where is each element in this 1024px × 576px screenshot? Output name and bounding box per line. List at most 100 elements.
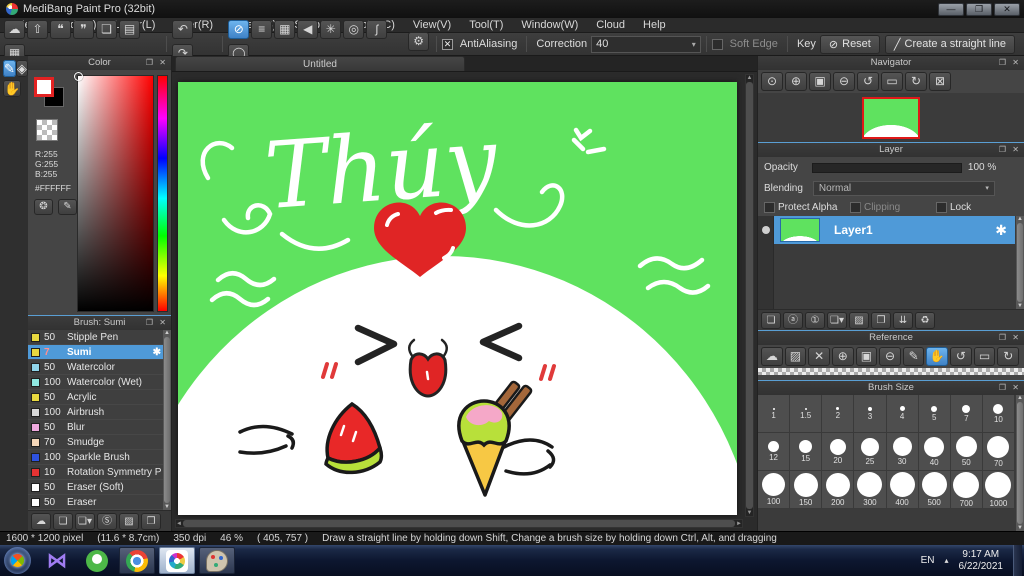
reset-button[interactable]: ⊘ Reset bbox=[819, 34, 880, 54]
brush-size-2[interactable]: 2 bbox=[822, 395, 855, 433]
layer-folder-icon[interactable]: ▨ bbox=[849, 311, 869, 329]
folder-open-icon[interactable]: ▨ bbox=[784, 347, 807, 366]
brush-size-7[interactable]: 7 bbox=[950, 395, 983, 433]
brush-size-400[interactable]: 400 bbox=[886, 471, 919, 509]
taskbar-kmplayer-icon[interactable]: ⋈ bbox=[39, 547, 75, 574]
rotate-right-icon[interactable]: ↻ bbox=[905, 72, 927, 91]
brush-tool[interactable]: ✎ bbox=[3, 60, 16, 77]
close-icon[interactable]: ✕ bbox=[1012, 383, 1021, 392]
popout-icon[interactable]: ❐ bbox=[146, 318, 155, 327]
transparent-color-swatch[interactable] bbox=[36, 119, 58, 141]
close-icon[interactable]: ✕ bbox=[1012, 333, 1021, 342]
brush-size-70[interactable]: 70 bbox=[982, 433, 1015, 471]
zoom-out-icon[interactable]: ⊖ bbox=[879, 347, 901, 366]
restore-button[interactable]: ❐ bbox=[966, 2, 992, 16]
saturation-value-picker[interactable] bbox=[74, 72, 154, 312]
palette-icon[interactable]: ❂ bbox=[34, 199, 53, 215]
scroll-down-icon[interactable]: ▼ bbox=[1017, 525, 1023, 531]
snap-radial-icon[interactable]: ✳ bbox=[320, 20, 342, 39]
reset-rotation-icon[interactable]: ▭ bbox=[973, 347, 996, 366]
brush-size-50[interactable]: 50 bbox=[950, 433, 983, 471]
brush-size-3[interactable]: 3 bbox=[854, 395, 887, 433]
snap-off-icon[interactable]: ⊘ bbox=[228, 20, 250, 39]
soft-edge-checkbox[interactable] bbox=[711, 38, 723, 50]
brush-size-30[interactable]: 30 bbox=[886, 433, 919, 471]
foreground-color-swatch[interactable] bbox=[34, 77, 54, 97]
taskbar-chrome-icon[interactable] bbox=[119, 547, 155, 574]
new-layer-icon[interactable]: ❏ bbox=[761, 311, 781, 329]
create-straight-line-button[interactable]: ╱ Create a straight line bbox=[884, 34, 1015, 54]
brush-size-20[interactable]: 20 bbox=[822, 433, 855, 471]
rotate-left-icon[interactable]: ↺ bbox=[857, 72, 879, 91]
brush-size-scrollbar[interactable]: ▲ ▼ bbox=[1016, 395, 1024, 531]
zoom-100-icon[interactable]: ⊙ bbox=[761, 72, 783, 91]
brush-size-150[interactable]: 150 bbox=[790, 471, 823, 509]
brush-item-eraser[interactable]: 50 Eraser bbox=[28, 495, 163, 510]
tray-expand-icon[interactable]: ▴ bbox=[944, 556, 948, 565]
snap-vanishing-icon[interactable]: ◀ bbox=[297, 20, 319, 39]
menu-cloud[interactable]: Cloud bbox=[587, 18, 634, 33]
duplicate-brush-icon[interactable]: ❐ bbox=[141, 512, 161, 530]
brush-settings-icon[interactable]: ✱ bbox=[153, 347, 161, 358]
show-desktop-button[interactable] bbox=[1013, 545, 1022, 576]
hand-tool[interactable]: ✋ bbox=[3, 80, 22, 97]
close-icon[interactable]: ✕ bbox=[1012, 58, 1021, 67]
snap-curve-icon[interactable]: ʃ bbox=[366, 20, 388, 39]
brush-size-15[interactable]: 15 bbox=[790, 433, 823, 471]
lock-icon[interactable]: ⊠ bbox=[929, 72, 951, 91]
merge-layer-icon[interactable]: ⇊ bbox=[893, 311, 913, 329]
brush-item-airbrush[interactable]: 100 Airbrush bbox=[28, 405, 163, 420]
scroll-down-icon[interactable]: ▼ bbox=[1017, 303, 1023, 309]
clipping-checkbox[interactable] bbox=[850, 201, 861, 213]
brush-size-4[interactable]: 4 bbox=[886, 395, 919, 433]
brush-size-12[interactable]: 12 bbox=[758, 433, 791, 471]
clock[interactable]: 9:17 AM 6/22/2021 bbox=[959, 549, 1004, 573]
blending-select[interactable]: Normal ▾ bbox=[812, 180, 995, 196]
brush-size-500[interactable]: 500 bbox=[918, 471, 951, 509]
cloud-brush-icon[interactable]: ☁ bbox=[31, 512, 51, 530]
layer-settings-icon[interactable]: ✱ bbox=[995, 222, 1007, 239]
brush-item-stipple-pen[interactable]: 50 Stipple Pen bbox=[28, 330, 163, 345]
scroll-right-icon[interactable]: ► bbox=[736, 521, 742, 527]
navigator-thumbnail[interactable] bbox=[862, 96, 920, 139]
brush-item-rotation-symmetry-p[interactable]: 10 Rotation Symmetry P bbox=[28, 465, 163, 480]
protect-alpha-checkbox[interactable] bbox=[764, 201, 775, 213]
brush-size-700[interactable]: 700 bbox=[950, 471, 983, 509]
scroll-left-icon[interactable]: ◄ bbox=[176, 521, 182, 527]
menu-window-w[interactable]: Window(W) bbox=[512, 18, 587, 33]
scroll-down-icon[interactable]: ▼ bbox=[747, 510, 753, 516]
scroll-down-icon[interactable]: ▼ bbox=[164, 504, 170, 510]
script-brush-icon[interactable]: Ⓢ bbox=[97, 512, 117, 530]
cloud-icon[interactable]: ☁ bbox=[4, 20, 25, 39]
brush-size-5[interactable]: 5 bbox=[918, 395, 951, 433]
layer-list-scrollbar[interactable]: ▲ ▼ bbox=[1016, 216, 1024, 309]
share-icon[interactable]: ⇧ bbox=[27, 20, 48, 39]
brush-item-watercolor-wet[interactable]: 100 Watercolor (Wet) bbox=[28, 375, 163, 390]
taskbar-coccoc-icon[interactable] bbox=[79, 547, 115, 574]
brush-size-1000[interactable]: 1000 bbox=[982, 471, 1015, 509]
brush-size-1.5[interactable]: 1.5 bbox=[790, 395, 823, 433]
popout-icon[interactable]: ❐ bbox=[146, 58, 155, 67]
language-indicator[interactable]: EN bbox=[921, 555, 935, 566]
scroll-up-icon[interactable]: ▲ bbox=[1017, 216, 1023, 222]
delete-layer-icon[interactable]: ♻ bbox=[915, 311, 935, 329]
close-image-icon[interactable]: ✕ bbox=[808, 347, 830, 366]
new-1bit-layer-icon[interactable]: ① bbox=[805, 311, 825, 329]
canvas-vertical-scrollbar[interactable]: ▲ ▼ bbox=[745, 74, 754, 517]
hand-icon[interactable]: ✋ bbox=[926, 347, 949, 366]
antialiasing-checkbox[interactable]: ✕ bbox=[442, 38, 453, 50]
rotate-left-icon[interactable]: ↺ bbox=[950, 347, 972, 366]
zoom-in-icon[interactable]: ⊕ bbox=[831, 347, 854, 366]
document-icon[interactable]: ❏ bbox=[96, 20, 117, 39]
add-brush-menu-icon[interactable]: ❏▾ bbox=[75, 512, 95, 530]
canvas-horizontal-scrollbar[interactable]: ◄ ► bbox=[175, 519, 743, 528]
brush-item-blur[interactable]: 50 Blur bbox=[28, 420, 163, 435]
zoom-out-icon[interactable]: ⊖ bbox=[833, 72, 855, 91]
canvas[interactable]: Thúy bbox=[178, 82, 737, 515]
panel-list-icon[interactable]: ▤ bbox=[119, 20, 140, 39]
popout-icon[interactable]: ❐ bbox=[999, 383, 1008, 392]
popout-icon[interactable]: ❐ bbox=[999, 58, 1008, 67]
eyedropper-icon[interactable]: ✎ bbox=[902, 347, 925, 366]
layer-row[interactable]: Layer1 ✱ bbox=[762, 216, 1015, 244]
taskbar-medibang-icon[interactable] bbox=[159, 547, 195, 574]
